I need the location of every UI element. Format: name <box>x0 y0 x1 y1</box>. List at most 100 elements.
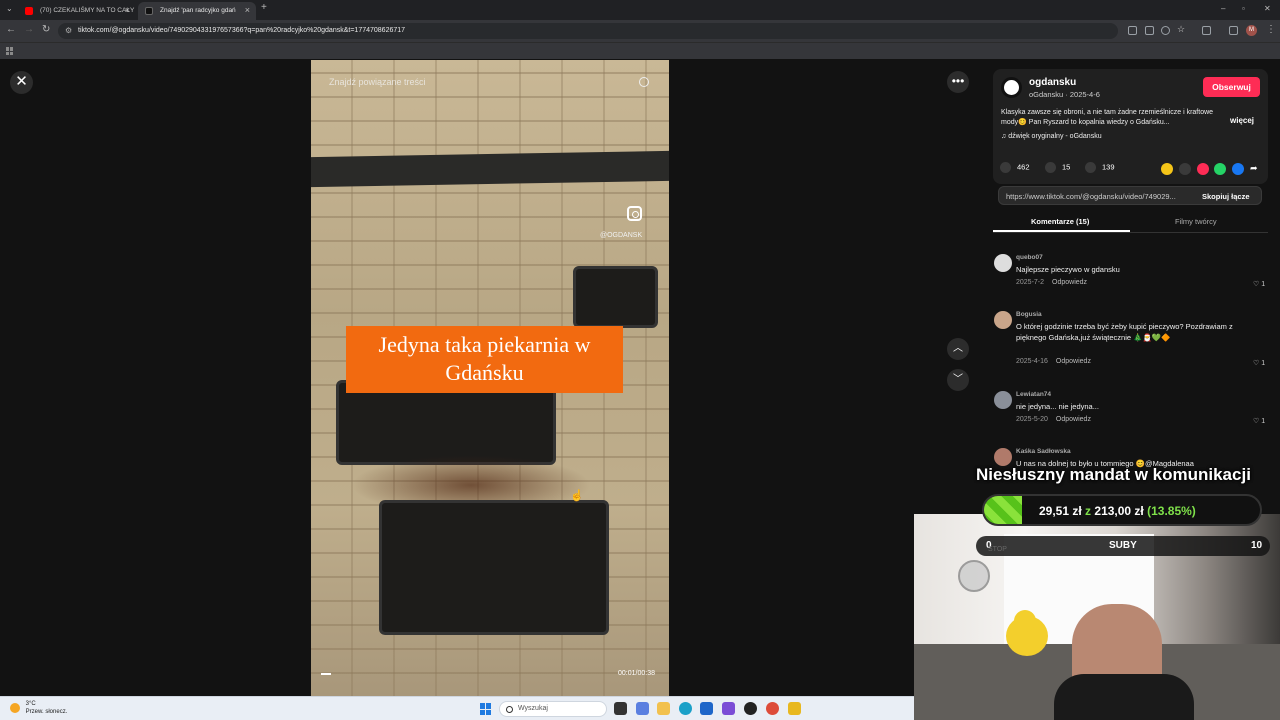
comment-button[interactable]: 15 <box>1045 162 1070 173</box>
side-panel-icon[interactable] <box>1229 26 1238 35</box>
comment-date: 2025-5-20 <box>1016 416 1048 423</box>
windows-taskbar: 3°C Przew. słonecz. Wyszukaj <box>0 696 914 720</box>
avatar[interactable] <box>994 448 1012 466</box>
sound-label: dźwięk oryginalny - oGdansku <box>1008 133 1102 140</box>
avatar[interactable] <box>994 254 1012 272</box>
reply-button[interactable]: Odpowiedz <box>1056 358 1091 365</box>
chrome-icon[interactable] <box>766 702 779 715</box>
avatar[interactable] <box>994 311 1012 329</box>
tab-youtube[interactable]: (70) CZEKALIŚMY NA TO CAŁY × <box>18 2 136 20</box>
video-player[interactable]: Znajdź powiązane treści @OGDANSK Jedyna … <box>311 60 669 696</box>
more-link[interactable]: więcej <box>1230 116 1254 125</box>
copilot-icon[interactable] <box>636 702 649 715</box>
share-arrow-icon[interactable]: ➦ <box>1250 163 1262 175</box>
comment-text: O której godzinie trzeba być żeby kupić … <box>1016 322 1233 342</box>
site-info-icon[interactable]: ⚙ <box>65 26 72 35</box>
microphone-icon <box>958 560 990 592</box>
close-video-button[interactable]: ✕ <box>10 71 33 94</box>
more-icon: ••• <box>951 74 965 88</box>
cast-icon[interactable] <box>1145 26 1154 35</box>
avatar[interactable] <box>994 391 1012 409</box>
bookmarks-bar <box>0 42 1280 59</box>
zoom-icon[interactable] <box>1161 26 1170 35</box>
reload-icon[interactable]: ↻ <box>42 24 50 35</box>
share-url[interactable]: https://www.tiktok.com/@ogdansku/video/7… <box>1006 192 1191 201</box>
comment-user[interactable]: quebo07 <box>1016 254 1043 261</box>
messenger-icon[interactable] <box>722 702 735 715</box>
more-options-button[interactable]: ••• <box>947 71 969 93</box>
sun-icon <box>10 703 20 713</box>
new-tab-icon[interactable]: + <box>261 2 267 13</box>
forward-icon[interactable]: → <box>24 24 34 35</box>
weather-condition: Przew. słonecz. <box>25 709 68 715</box>
app-icon[interactable] <box>788 702 801 715</box>
maximize-icon[interactable]: ▫ <box>1242 4 1245 13</box>
reply-button[interactable]: Odpowiedz <box>1052 279 1087 286</box>
comment-item: Lewiatan74 nie jedyna... nie jedyna... 2… <box>994 391 1268 431</box>
facebook-icon[interactable] <box>1232 163 1244 175</box>
edge-icon[interactable] <box>679 702 692 715</box>
video-time: 00:01/00:38 <box>618 670 655 677</box>
comment-meta: 2025-7-2 Odpowiedz <box>1016 279 1087 286</box>
apps-grid-icon[interactable] <box>6 47 14 55</box>
embed-icon[interactable] <box>1179 163 1191 175</box>
comment-like[interactable]: ♡ 1 <box>1253 359 1265 367</box>
active-tab-indicator <box>993 230 1130 232</box>
sound-link[interactable]: ♫ dźwięk oryginalny - oGdansku <box>1001 133 1102 140</box>
tab-close-icon[interactable]: × <box>245 5 250 15</box>
tab-title: Znajdź 'pan radcyjko gdań <box>160 7 236 14</box>
tiktok-app-icon[interactable] <box>744 702 757 715</box>
tab-tiktok[interactable]: Znajdź 'pan radcyjko gdań × <box>138 2 256 20</box>
video-progress-bar[interactable] <box>321 673 332 675</box>
minimize-icon[interactable]: – <box>1221 4 1225 13</box>
goal-sep: z <box>1085 504 1092 518</box>
previous-video-button[interactable]: ︿ <box>947 338 969 360</box>
file-explorer-icon[interactable] <box>657 702 670 715</box>
subs-counter-bar: 0 SUBY 10 <box>976 536 1270 556</box>
comment-user[interactable]: Lewiatan74 <box>1016 391 1051 398</box>
related-search-input[interactable]: Znajdź powiązane treści <box>329 77 426 87</box>
author-avatar[interactable] <box>1001 77 1022 98</box>
follow-button[interactable]: Obserwuj <box>1203 77 1260 97</box>
reply-button[interactable]: Odpowiedz <box>1056 416 1091 423</box>
author-name[interactable]: ogdansku <box>1029 77 1076 88</box>
chevron-down-icon: ﹀ <box>953 374 963 385</box>
copy-link-button[interactable]: Skopiuj łącze <box>1202 192 1250 201</box>
comment-like[interactable]: ♡ 1 <box>1253 280 1265 288</box>
rubber-duck-head <box>1014 610 1036 632</box>
comment-user[interactable]: Bogusia <box>1016 311 1042 318</box>
weather-widget[interactable]: 3°C Przew. słonecz. <box>10 700 67 716</box>
post-description: Klasyka zawsze się obroni, a nie tam żad… <box>1001 109 1214 126</box>
comment-user[interactable]: Kaśka Sadłowska <box>1016 448 1071 455</box>
donation-goal-text: 29,51 zł z 213,00 zł (13.85%) <box>1039 504 1196 518</box>
tab-comments[interactable]: Komentarze (15) <box>1031 217 1089 226</box>
comment-text: Najlepsze pieczywo w gdansku <box>1016 265 1120 274</box>
extensions-icon[interactable] <box>1202 26 1211 35</box>
comment-count: 15 <box>1062 162 1071 172</box>
bookmark-star-icon[interactable]: ☆ <box>1177 24 1186 34</box>
whatsapp-icon[interactable] <box>1214 163 1226 175</box>
like-button[interactable]: 462 <box>1000 162 1030 173</box>
tab-list-icon[interactable]: ⌄ <box>6 4 13 13</box>
address-bar[interactable]: ⚙ tiktok.com/@ogdansku/video/74902904331… <box>58 23 1118 39</box>
taskbar-search[interactable]: Wyszukaj <box>499 701 607 717</box>
profile-avatar[interactable]: M <box>1246 25 1257 36</box>
comment-like[interactable]: ♡ 1 <box>1253 417 1265 425</box>
task-view-icon[interactable] <box>614 702 627 715</box>
comment-meta: 2025-5-20 Odpowiedz <box>1016 416 1091 423</box>
save-button[interactable]: 139 <box>1085 162 1115 173</box>
coin-share-icon[interactable] <box>1161 163 1173 175</box>
browser-menu-icon[interactable]: ⋮ <box>1266 24 1276 35</box>
translate-icon[interactable] <box>1128 26 1137 35</box>
window-close-icon[interactable]: ✕ <box>1264 4 1271 13</box>
search-icon[interactable] <box>639 77 649 87</box>
next-video-button[interactable]: ﹀ <box>947 369 969 391</box>
store-icon[interactable] <box>700 702 713 715</box>
back-icon[interactable]: ← <box>6 24 16 35</box>
repost-icon[interactable] <box>1197 163 1209 175</box>
tab-creator-videos[interactable]: Filmy twórcy <box>1175 217 1217 226</box>
tab-close-icon[interactable]: × <box>125 5 130 15</box>
like-count: 462 <box>1017 162 1030 172</box>
subs-max: 10 <box>1251 540 1263 551</box>
start-button-icon[interactable] <box>480 703 492 715</box>
